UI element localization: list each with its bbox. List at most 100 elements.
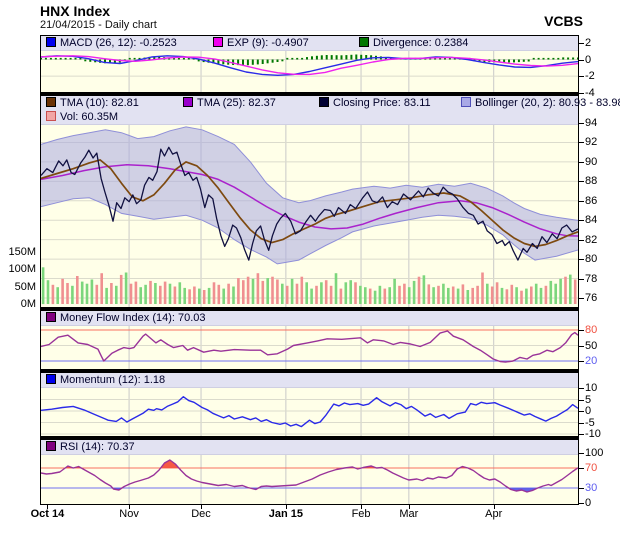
axis-tick-label: 10	[585, 382, 597, 394]
axis-tick	[579, 453, 584, 454]
axis-tick-label: 80	[585, 324, 597, 336]
axis-tick-label: 94	[585, 117, 597, 129]
axis-tick-label: 30	[585, 482, 597, 494]
month-label: Mar	[399, 508, 418, 520]
axis-tick-label: 20	[585, 355, 597, 367]
month-label: Apr	[485, 508, 502, 520]
legend-label: Closing Price: 83.11	[333, 97, 431, 109]
axis-tick	[579, 162, 584, 163]
axis-tick-label: 82	[585, 234, 597, 246]
axis-tick-label: 70	[585, 462, 597, 474]
page-subtitle: 21/04/2015 - Daily chart	[40, 19, 157, 31]
mfi-panel: Money Flow Index (14): 70.03	[40, 308, 579, 370]
axis-tick	[579, 60, 584, 61]
month-label: Jan 15	[269, 508, 303, 520]
legend-label: TMA (25): 82.37	[197, 97, 276, 109]
volume-axis-label: 150M	[0, 246, 36, 258]
legend-label: Money Flow Index (14): 70.03	[60, 312, 206, 324]
axis-tick	[579, 488, 584, 489]
legend-label: Vol: 60.35M	[60, 111, 118, 123]
legend-item: Vol: 60.35M	[46, 111, 118, 125]
legend-label: MACD (26, 12): -0.2523	[60, 37, 177, 49]
legend-item: Divergence: 0.2384	[359, 37, 468, 51]
legend-label: EXP (9): -0.4907	[227, 37, 309, 49]
axis-tick	[579, 181, 584, 182]
page-title: HNX Index	[40, 3, 110, 19]
legend-marker-icon	[46, 441, 56, 451]
axis-tick-label: 2	[585, 37, 591, 49]
axis-tick-label: 50	[585, 340, 597, 352]
axis-tick-label: 86	[585, 195, 597, 207]
legend-marker-icon	[46, 312, 56, 322]
axis-tick-label: -5	[585, 417, 595, 429]
brand-logo: VCBS	[544, 13, 583, 29]
axis-tick-label: 0	[585, 497, 591, 509]
axis-tick-label: 100	[585, 447, 603, 459]
legend-item: Bollinger (20, 2): 80.93 - 83.98	[461, 97, 620, 111]
macd-panel: MACD (26, 12): -0.2523 EXP (9): -0.4907 Di…	[40, 35, 579, 93]
legend-marker-icon	[46, 374, 56, 384]
axis-tick	[579, 411, 584, 412]
legend-label: Bollinger (20, 2): 80.93 - 83.98	[475, 97, 620, 109]
axis-tick	[579, 220, 584, 221]
axis-tick	[579, 423, 584, 424]
axis-tick	[579, 240, 584, 241]
axis-tick-label: 84	[585, 214, 597, 226]
momentum-panel: Momentum (12): 1.18	[40, 370, 579, 437]
axis-tick-label: 90	[585, 156, 597, 168]
legend-marker-icon	[461, 97, 471, 107]
axis-tick	[579, 388, 584, 389]
axis-tick	[579, 93, 584, 94]
legend-label: RSI (14): 70.37	[60, 441, 135, 453]
axis-tick	[579, 201, 584, 202]
legend-marker-icon	[46, 37, 56, 47]
legend-label: Divergence: 0.2384	[373, 37, 468, 49]
volume-axis-label: 0M	[0, 298, 36, 310]
month-label: Nov	[119, 508, 139, 520]
axis-tick-label: -2	[585, 70, 595, 82]
main-plot	[41, 96, 578, 307]
axis-tick-label: 78	[585, 273, 597, 285]
legend-item: EXP (9): -0.4907	[213, 37, 309, 51]
month-label: Feb	[352, 508, 371, 520]
legend-marker-icon	[46, 111, 56, 121]
axis-tick	[579, 259, 584, 260]
axis-tick	[579, 330, 584, 331]
legend-item: RSI (14): 70.37	[46, 441, 135, 455]
legend-marker-icon	[319, 97, 329, 107]
month-label: Oct 14	[31, 508, 65, 520]
axis-tick-label: 0	[585, 405, 591, 417]
axis-tick	[579, 298, 584, 299]
axis-tick-label: 92	[585, 136, 597, 148]
legend-marker-icon	[46, 97, 56, 107]
axis-tick	[579, 361, 584, 362]
axis-tick	[579, 279, 584, 280]
volume-axis-label: 50M	[0, 281, 36, 293]
volume-axis-label: 100M	[0, 263, 36, 275]
legend-item: Momentum (12): 1.18	[46, 374, 165, 388]
axis-tick-label: -10	[585, 428, 601, 440]
legend-marker-icon	[359, 37, 369, 47]
axis-tick-label: 0	[585, 54, 591, 66]
axis-tick	[579, 468, 584, 469]
axis-tick	[579, 123, 584, 124]
axis-tick-label: 88	[585, 175, 597, 187]
rsi-panel: RSI (14): 70.37	[40, 437, 579, 505]
axis-tick	[579, 434, 584, 435]
legend-item: TMA (10): 82.81	[46, 97, 139, 111]
axis-tick	[579, 503, 584, 504]
month-label: Dec	[191, 508, 211, 520]
legend-item: Money Flow Index (14): 70.03	[46, 312, 206, 326]
axis-tick-label: 80	[585, 253, 597, 265]
legend-marker-icon	[183, 97, 193, 107]
legend-item: Closing Price: 83.11	[319, 97, 431, 111]
axis-tick	[579, 346, 584, 347]
axis-tick	[579, 400, 584, 401]
price-panel: TMA (10): 82.81 TMA (25): 82.37 Closing Pr…	[40, 93, 579, 308]
legend-label: Momentum (12): 1.18	[60, 374, 165, 386]
axis-tick-label: 76	[585, 292, 597, 304]
axis-tick	[579, 43, 584, 44]
legend-item: MACD (26, 12): -0.2523	[46, 37, 177, 51]
axis-tick-label: 5	[585, 394, 591, 406]
legend-marker-icon	[213, 37, 223, 47]
